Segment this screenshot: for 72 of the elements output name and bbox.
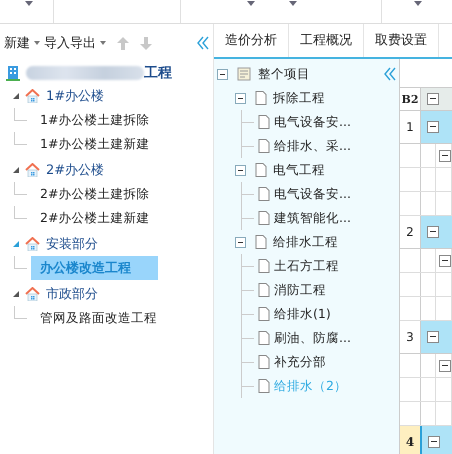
tree-item[interactable]: 2#办公楼土建拆除 <box>31 182 154 206</box>
tree-item[interactable]: 给排水、采... <box>274 138 351 154</box>
collapse-icon[interactable] <box>197 36 209 50</box>
tab[interactable]: 取费设置 <box>364 24 439 57</box>
collapse-icon[interactable] <box>384 67 396 81</box>
house-icon <box>25 287 40 301</box>
tree-item[interactable]: 1#办公楼土建新建 <box>31 132 154 156</box>
tree-item[interactable]: 消防工程 <box>274 282 326 298</box>
collapse-toggle[interactable] <box>427 93 439 105</box>
tree-item[interactable]: 给排水(1) <box>274 306 331 322</box>
house-icon <box>25 237 40 251</box>
project-icon <box>237 67 252 81</box>
tree-item[interactable]: 管网及路面改造工程 <box>31 306 162 330</box>
caret-icon[interactable] <box>34 41 40 45</box>
document-icon <box>258 379 270 393</box>
document-icon <box>258 211 270 225</box>
tree-item[interactable]: 建筑智能化... <box>274 210 351 226</box>
caret-icon[interactable] <box>247 1 255 6</box>
tree-group[interactable]: 安装部分 <box>46 235 98 253</box>
tree-group[interactable]: 市政部分 <box>46 285 98 303</box>
collapse-toggle[interactable] <box>217 68 228 80</box>
document-icon <box>258 331 270 345</box>
expand-triangle-icon[interactable] <box>13 167 19 173</box>
tab[interactable]: 工程概况 <box>289 24 364 57</box>
expand-triangle-icon[interactable] <box>13 291 19 297</box>
building-icon <box>6 65 20 81</box>
house-icon <box>25 89 40 103</box>
tab[interactable]: 造价分析 <box>214 24 289 57</box>
tree-group[interactable]: 2#办公楼 <box>46 161 104 179</box>
tree-item[interactable]: 刷油、防腐... <box>274 330 351 346</box>
tree-item[interactable]: 补充分部 <box>274 354 326 370</box>
tree-item[interactable]: 整个项目 <box>258 66 310 82</box>
tree-group[interactable]: 1#办公楼 <box>46 87 104 105</box>
tree-item[interactable]: 2#办公楼土建新建 <box>31 206 154 230</box>
expand-triangle-icon[interactable] <box>13 93 19 99</box>
row-number[interactable]: 4 <box>400 426 422 454</box>
document-icon <box>258 139 270 153</box>
collapse-toggle[interactable] <box>428 436 440 448</box>
column-header: B2 <box>400 88 421 110</box>
collapse-toggle[interactable] <box>235 92 246 104</box>
tree-item[interactable]: 电气设备安... <box>274 114 351 130</box>
collapse-toggle[interactable] <box>235 236 246 248</box>
caret-icon[interactable] <box>414 1 422 6</box>
project-name: 工程 <box>144 64 172 82</box>
collapse-toggle[interactable] <box>235 164 246 176</box>
collapse-toggle[interactable] <box>439 360 451 372</box>
collapse-toggle[interactable] <box>427 226 439 238</box>
house-icon <box>25 163 40 177</box>
tree-item[interactable]: 1#办公楼土建拆除 <box>31 108 154 132</box>
collapse-toggle[interactable] <box>439 254 451 266</box>
document-icon <box>258 187 270 201</box>
document-icon <box>255 235 267 249</box>
tree-item[interactable]: 给排水工程 <box>273 234 338 250</box>
caret-icon[interactable] <box>289 1 297 6</box>
new-menu[interactable]: 新建 <box>4 34 30 52</box>
document-icon <box>258 307 270 321</box>
collapse-toggle[interactable] <box>439 150 451 162</box>
document-icon <box>255 91 267 105</box>
tree-item[interactable]: 土石方工程 <box>274 258 339 274</box>
import-export-menu[interactable]: 导入导出 <box>44 34 96 52</box>
tree-item[interactable]: 拆除工程 <box>273 90 325 106</box>
collapse-toggle[interactable] <box>427 121 439 133</box>
caret-icon[interactable] <box>100 41 106 45</box>
document-icon <box>255 163 267 177</box>
caret-icon[interactable] <box>25 1 33 6</box>
document-icon <box>258 283 270 297</box>
tree-item[interactable]: 电气设备安... <box>274 186 351 202</box>
document-icon <box>258 355 270 369</box>
tree-item[interactable]: 电气工程 <box>273 162 325 178</box>
collapse-toggle[interactable] <box>427 331 439 343</box>
document-icon <box>258 259 270 273</box>
document-icon <box>258 115 270 129</box>
